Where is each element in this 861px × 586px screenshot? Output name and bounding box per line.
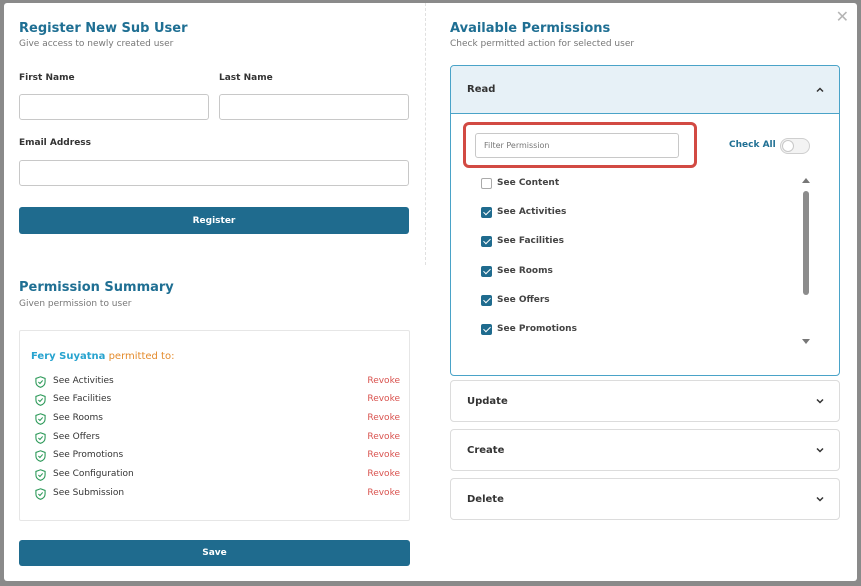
permission-item: See Content: [481, 177, 761, 191]
permission-checkbox[interactable]: [481, 236, 492, 247]
scroll-up-arrow-icon[interactable]: [802, 178, 810, 183]
accordion-read-header[interactable]: Read: [451, 66, 839, 114]
accordion-update[interactable]: Update: [450, 380, 840, 422]
register-button[interactable]: Register: [19, 207, 409, 234]
permission-checkbox[interactable]: [481, 266, 492, 277]
accordion-create-header[interactable]: Create: [451, 430, 839, 470]
toggle-knob: [782, 140, 794, 152]
column-divider: [425, 3, 426, 265]
revoke-link[interactable]: Revoke: [367, 413, 400, 423]
accordion-read: Read Check All See Content See Activitie…: [450, 65, 840, 376]
shield-check-icon: [35, 432, 46, 444]
summary-permission-label: See Facilities: [53, 394, 112, 404]
revoke-link[interactable]: Revoke: [367, 469, 400, 479]
chevron-down-icon: [816, 398, 824, 404]
permissions-subtitle: Check permitted action for selected user: [450, 39, 635, 49]
revoke-link[interactable]: Revoke: [367, 450, 400, 460]
permission-label: See Facilities: [497, 236, 564, 246]
shield-check-icon: [35, 376, 46, 388]
permission-label: See Offers: [497, 295, 550, 305]
accordion-read-title: Read: [467, 84, 496, 95]
accordion-delete-header[interactable]: Delete: [451, 479, 839, 519]
save-button[interactable]: Save: [19, 540, 410, 566]
first-name-label: First Name: [19, 73, 75, 83]
permission-checkbox[interactable]: [481, 295, 492, 306]
summary-row: See Configuration Revoke: [35, 468, 400, 482]
permission-checkbox[interactable]: [481, 207, 492, 218]
summary-permission-label: See Activities: [53, 376, 114, 386]
summary-title: Permission Summary: [19, 280, 174, 295]
filter-permission-input[interactable]: [475, 133, 679, 158]
summary-row: See Submission Revoke: [35, 487, 400, 501]
permission-item: See Offers: [481, 294, 761, 308]
permission-label: See Content: [497, 178, 560, 188]
accordion-update-header[interactable]: Update: [451, 381, 839, 421]
close-icon[interactable]: ✕: [836, 9, 849, 25]
summary-subtitle: Given permission to user: [19, 299, 132, 309]
permission-summary-box: Fery Suyatna permitted to: See Activitie…: [19, 330, 410, 521]
accordion-delete-title: Delete: [467, 493, 504, 505]
shield-check-icon: [35, 469, 46, 481]
summary-row: See Facilities Revoke: [35, 393, 400, 407]
shield-check-icon: [35, 413, 46, 425]
permission-label: See Rooms: [497, 266, 553, 276]
summary-row: See Rooms Revoke: [35, 412, 400, 426]
chevron-down-icon: [816, 447, 824, 453]
check-all-label: Check All: [729, 140, 776, 150]
revoke-link[interactable]: Revoke: [367, 376, 400, 386]
register-title: Register New Sub User: [19, 21, 188, 36]
last-name-label: Last Name: [219, 73, 273, 83]
last-name-input[interactable]: [219, 94, 409, 120]
register-subtitle: Give access to newly created user: [19, 39, 174, 49]
scrollbar-thumb[interactable]: [803, 191, 809, 295]
summary-heading: Fery Suyatna permitted to:: [31, 351, 174, 362]
summary-permission-label: See Submission: [53, 488, 125, 498]
register-sub-user-modal: ✕ Register New Sub User Give access to n…: [4, 3, 857, 581]
permission-item: See Activities: [481, 206, 761, 220]
check-all-toggle[interactable]: [780, 138, 810, 154]
permission-checkbox[interactable]: [481, 324, 492, 335]
summary-row: See Promotions Revoke: [35, 449, 400, 463]
chevron-down-icon: [816, 496, 824, 502]
permission-item: See Facilities: [481, 235, 761, 249]
email-input[interactable]: [19, 160, 409, 186]
permission-list-scrollbar[interactable]: [802, 178, 810, 344]
accordion-create-title: Create: [467, 444, 505, 456]
first-name-input[interactable]: [19, 94, 209, 120]
permission-label: See Promotions: [497, 324, 577, 334]
shield-check-icon: [35, 488, 46, 500]
summary-permission-label: See Configuration: [53, 469, 134, 479]
chevron-up-icon: [816, 87, 824, 93]
permission-label: See Activities: [497, 207, 567, 217]
summary-user-name: Fery Suyatna: [31, 351, 106, 362]
accordion-delete[interactable]: Delete: [450, 478, 840, 520]
permissions-title: Available Permissions: [450, 21, 611, 36]
accordion-create[interactable]: Create: [450, 429, 840, 471]
shield-check-icon: [35, 394, 46, 406]
revoke-link[interactable]: Revoke: [367, 432, 400, 442]
scroll-down-arrow-icon[interactable]: [802, 339, 810, 344]
summary-permission-label: See Promotions: [53, 450, 124, 460]
permission-item: See Promotions: [481, 323, 761, 337]
summary-row: See Offers Revoke: [35, 431, 400, 445]
permission-checkbox[interactable]: [481, 178, 492, 189]
summary-row: See Activities Revoke: [35, 375, 400, 389]
revoke-link[interactable]: Revoke: [367, 394, 400, 404]
summary-permission-label: See Offers: [53, 432, 100, 442]
summary-permitted-text: permitted to:: [108, 351, 175, 362]
email-label: Email Address: [19, 138, 92, 148]
permission-item: See Rooms: [481, 265, 761, 279]
shield-check-icon: [35, 450, 46, 462]
revoke-link[interactable]: Revoke: [367, 488, 400, 498]
accordion-update-title: Update: [467, 395, 508, 407]
summary-permission-label: See Rooms: [53, 413, 103, 423]
